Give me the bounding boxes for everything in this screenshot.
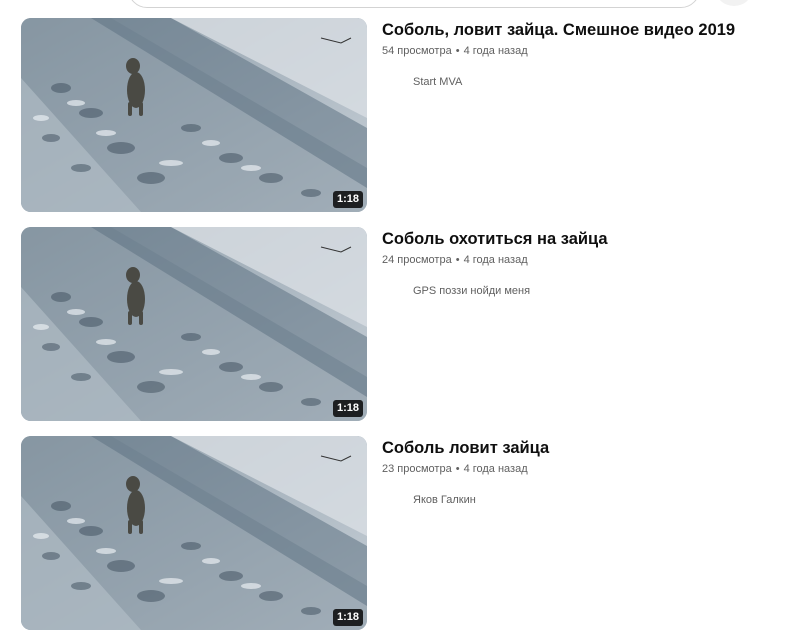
channel-name[interactable]: GPS поззи нойди меня bbox=[382, 284, 608, 298]
duration-badge: 1:18 bbox=[332, 609, 363, 626]
video-thumbnail[interactable]: 1:18 bbox=[21, 436, 367, 630]
duration-badge: 1:18 bbox=[332, 191, 363, 208]
video-stats: 23 просмотра • 4 года назад bbox=[382, 462, 549, 476]
video-title[interactable]: Соболь ловит зайца bbox=[382, 437, 549, 459]
video-meta: Соболь, ловит зайца. Смешное видео 2019 … bbox=[367, 18, 735, 212]
video-result[interactable]: 1:18 Соболь ловит зайца 23 просмотра • 4 г… bbox=[21, 436, 781, 630]
search-results-page: 1:18 Соболь, ловит зайца. Смешное видео … bbox=[0, 0, 800, 631]
snowy-trail-image bbox=[21, 436, 367, 630]
view-count: 23 просмотра bbox=[382, 463, 452, 475]
separator-dot: • bbox=[455, 463, 460, 475]
results-list: 1:18 Соболь, ловит зайца. Смешное видео … bbox=[21, 18, 781, 631]
voice-search-button[interactable] bbox=[716, 0, 752, 6]
video-stats: 24 просмотра • 4 года назад bbox=[382, 253, 608, 267]
snowy-trail-image bbox=[21, 227, 367, 421]
video-result[interactable]: 1:18 Соболь охотиться на зайца 24 просмо… bbox=[21, 227, 781, 421]
view-count: 24 просмотра bbox=[382, 254, 452, 266]
channel-name[interactable]: Яков Галкин bbox=[382, 493, 549, 507]
video-stats: 54 просмотра • 4 года назад bbox=[382, 44, 735, 58]
snowy-trail-image bbox=[21, 18, 367, 212]
video-title[interactable]: Соболь, ловит зайца. Смешное видео 2019 bbox=[382, 19, 735, 41]
upload-age: 4 года назад bbox=[463, 254, 528, 266]
duration-badge: 1:18 bbox=[332, 400, 363, 417]
video-meta: Соболь охотиться на зайца 24 просмотра • 4… bbox=[367, 227, 608, 421]
video-result[interactable]: 1:18 Соболь, ловит зайца. Смешное видео … bbox=[21, 18, 781, 212]
video-thumbnail[interactable]: 1:18 bbox=[21, 227, 367, 421]
upload-age: 4 года назад bbox=[463, 463, 528, 475]
separator-dot: • bbox=[455, 254, 460, 266]
view-count: 54 просмотра bbox=[382, 45, 452, 57]
video-meta: Соболь ловит зайца 23 просмотра • 4 года н… bbox=[367, 436, 549, 630]
separator-dot: • bbox=[455, 45, 460, 57]
channel-name[interactable]: Start MVA bbox=[382, 75, 735, 89]
upload-age: 4 года назад bbox=[463, 45, 528, 57]
video-thumbnail[interactable]: 1:18 bbox=[21, 18, 367, 212]
video-title[interactable]: Соболь охотиться на зайца bbox=[382, 228, 608, 250]
search-input[interactable] bbox=[128, 0, 700, 8]
